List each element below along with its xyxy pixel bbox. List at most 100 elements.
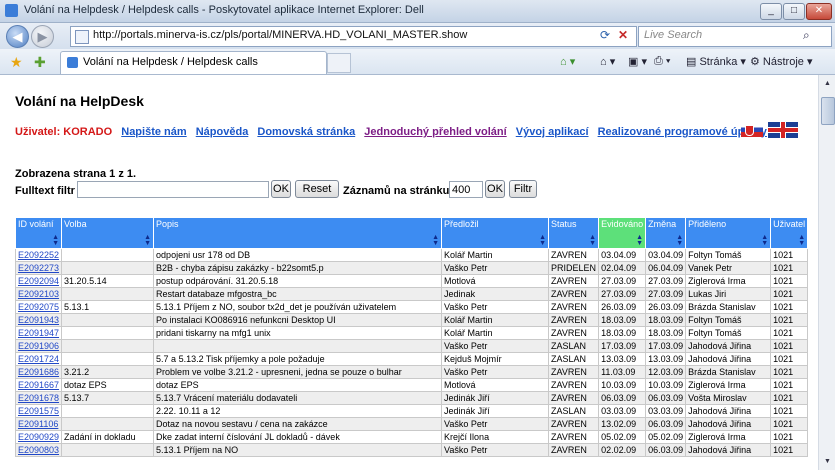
table-cell: 13.03.09 [645,352,687,366]
col-status[interactable]: Status ▲ ▼ [548,217,600,249]
call-id-link[interactable]: E2091678 [18,393,59,403]
uk-flag-icon[interactable] [768,122,798,138]
table-cell: ZAVREN [548,313,600,327]
page-content: Volání na HelpDesk Uživatel: KORADO Napi… [0,75,818,470]
link-dev-apps[interactable]: Vývoj aplikací [516,126,589,138]
reset-button[interactable]: Reset [295,180,339,198]
maximize-button[interactable]: □ [783,3,805,20]
back-button[interactable]: ◀ [6,25,29,48]
window-titlebar: Volání na Helpdesk / Helpdesk calls - Po… [0,0,835,23]
scroll-thumb[interactable] [821,97,835,125]
call-id-link[interactable]: E2092103 [18,289,59,299]
sort-arrows-icon[interactable]: ▲ ▼ [798,234,805,247]
table-cell [61,417,155,431]
scroll-down-icon[interactable]: ▼ [821,455,834,468]
feeds-icon[interactable]: ⌂ ▾ [560,55,575,68]
call-id-link[interactable]: E2091724 [18,354,59,364]
address-bar[interactable]: http://portals.minerva-is.cz/pls/portal/… [70,26,637,47]
sort-arrows-icon[interactable]: ▲ ▼ [761,234,768,247]
tools-menu[interactable]: ⚙ Nástroje ▾ [750,55,812,68]
table-row: E2091106 Dotaz na novou sestavu / cena na… [14,417,809,431]
table-cell: 1021 [770,443,809,457]
ok-records-button[interactable]: OK [485,180,505,198]
table-cell: ZAVREN [548,248,600,262]
sort-arrows-icon[interactable]: ▲ ▼ [144,234,151,247]
col-popis[interactable]: Popis ▲ ▼ [153,217,443,249]
call-id-link[interactable]: E2091667 [18,380,59,390]
col-status-label: Status [551,219,577,229]
call-id-link[interactable]: E2091575 [18,406,59,416]
rss-icon[interactable]: ▣ ▾ [628,55,647,68]
call-id-link[interactable]: E2091906 [18,341,59,351]
table-cell: Dotaz na novou sestavu / cena na zakázce [153,417,443,431]
new-tab-button[interactable] [327,53,351,73]
link-write-us[interactable]: Napište nám [121,126,186,138]
table-cell: ZAVREN [548,365,600,379]
col-predlozil[interactable]: Předložil ▲ ▼ [441,217,550,249]
call-id-link[interactable]: E2092252 [18,250,59,260]
tab-helpdesk[interactable]: Volání na Helpdesk / Helpdesk calls [60,51,327,74]
fulltext-input[interactable] [77,181,269,198]
scroll-up-icon[interactable]: ▲ [821,77,834,90]
sort-arrows-icon[interactable]: ▲ ▼ [589,234,596,247]
col-prideleno[interactable]: Přiděleno ▲ ▼ [685,217,772,249]
favorites-star-icon[interactable]: ★ [10,54,23,71]
col-id[interactable]: ID volání ▲ ▼ [14,217,63,249]
records-label: Záznamů na stránku [343,185,450,197]
home-icon[interactable]: ⌂ ▾ [600,55,615,68]
call-id-link[interactable]: E2091686 [18,367,59,377]
link-home[interactable]: Domovská stránka [257,126,355,138]
col-volba[interactable]: Volba ▲ ▼ [61,217,155,249]
sort-arrows-icon[interactable]: ▲ ▼ [432,234,439,247]
call-id-link[interactable]: E2091943 [18,315,59,325]
sort-arrows-icon[interactable]: ▲ ▼ [539,234,546,247]
call-id-link[interactable]: E2091947 [18,328,59,338]
sort-arrows-icon[interactable]: ▲ ▼ [636,234,643,247]
link-help[interactable]: Nápověda [196,126,249,138]
table-cell: 5.13.1 Příjem z NO, soubor tx2d_det je p… [153,300,443,314]
call-id-link[interactable]: E2092075 [18,302,59,312]
stop-icon[interactable]: ✕ [614,27,632,44]
table-cell: Ziglerová Irma [685,274,772,288]
table-cell: E2090929 [14,430,63,444]
fulltext-label: Fulltext filtr [15,185,75,197]
slovak-flag-icon[interactable] [741,123,763,137]
call-id-link[interactable]: E2091106 [18,419,58,429]
table-cell: Vaško Petr [441,261,550,275]
table-cell: 02.02.09 [598,443,647,457]
vertical-scrollbar[interactable]: ▲ ▼ [818,75,835,470]
ok-button[interactable]: OK [271,180,291,198]
add-favorites-icon[interactable]: ✚ [34,54,46,71]
print-icon[interactable]: ⎙ ▾ [654,55,670,68]
minimize-button[interactable]: _ [760,3,782,20]
call-id-link[interactable]: E2090803 [18,445,59,455]
call-id-link[interactable]: E2092094 [18,276,59,286]
col-zmena[interactable]: Změna ▲ ▼ [645,217,687,249]
table-cell [61,404,155,418]
call-id-link[interactable]: E2092273 [18,263,59,273]
table-cell: E2091575 [14,404,63,418]
search-box[interactable]: Live Search ⌕ [638,26,832,47]
records-input[interactable]: 400 [449,181,483,198]
table-cell: 1021 [770,248,809,262]
sort-arrows-icon[interactable]: ▲ ▼ [52,234,59,247]
table-cell: E2091724 [14,352,63,366]
link-simple-overview[interactable]: Jednoduchý přehled volání [364,126,506,138]
table-cell: Zadání in dokladu [61,430,155,444]
table-cell: Motlová [441,378,550,392]
filter-button[interactable]: Filtr [509,180,537,198]
table-cell: 5.13.7 Vrácení materiálu dodavateli [153,391,443,405]
search-icon[interactable]: ⌕ [803,28,810,43]
table-cell: Po instalaci KO086916 nefunkcni Desktop … [153,313,443,327]
forward-button[interactable]: ▶ [31,25,54,48]
close-button[interactable]: ✕ [806,3,832,20]
table-cell: Krejčí Ilona [441,430,550,444]
table-cell: 03.04.09 [645,248,687,262]
col-evidovano[interactable]: Evidováno ▲ ▼ [598,217,647,249]
page-menu[interactable]: ▤ Stránka ▾ [686,55,746,68]
table-cell: ZAVREN [548,300,600,314]
sort-arrows-icon[interactable]: ▲ ▼ [676,234,683,247]
refresh-icon[interactable]: ⟳ [596,27,614,44]
col-uzivatel[interactable]: Uživatel ▲ ▼ [770,217,809,249]
call-id-link[interactable]: E2090929 [18,432,59,442]
